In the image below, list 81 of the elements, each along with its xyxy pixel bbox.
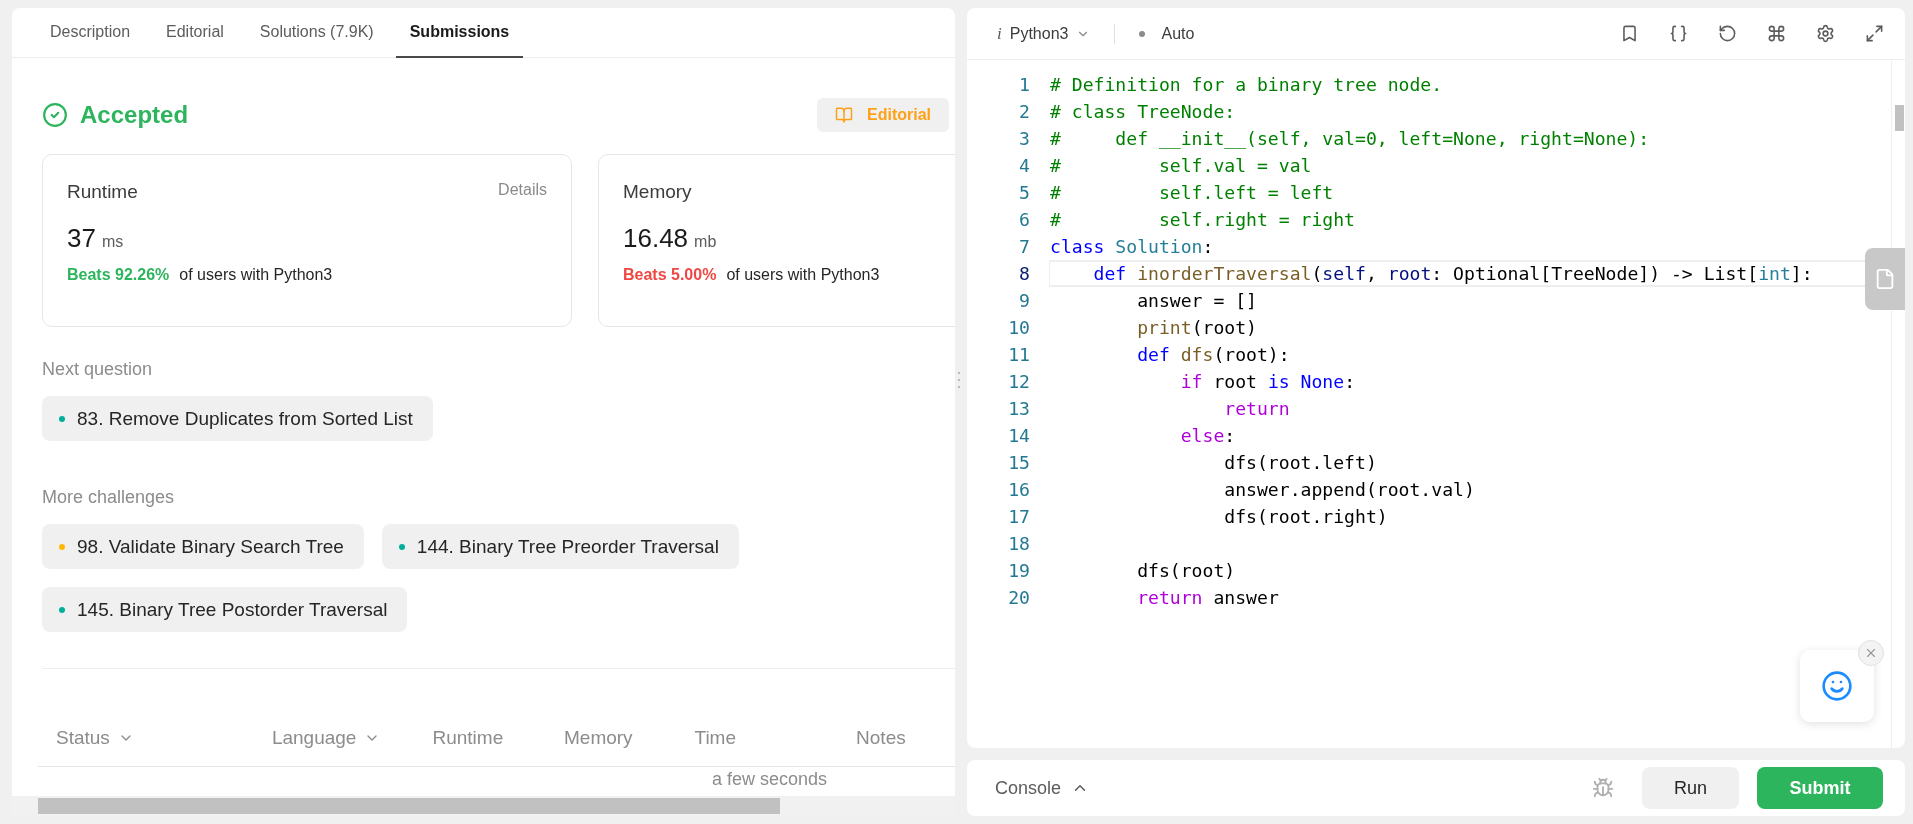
code-line: dfs(root) [1136, 560, 1236, 581]
question-title: 145. Binary Tree Postorder Traversal [77, 598, 388, 621]
status-text: Accepted [80, 101, 189, 129]
column-header: Memory [564, 726, 633, 749]
stat-title: Memory [623, 181, 692, 203]
question-title: 98. Validate Binary Search Tree [77, 535, 344, 558]
line-number: 6 [1018, 209, 1031, 230]
line-number: 10 [1007, 317, 1031, 338]
column-header: Notes [856, 726, 906, 749]
stat-value: 16.48 [623, 223, 689, 254]
code-line: dfs(root.left) [1223, 452, 1377, 473]
check-circle-icon [42, 102, 68, 128]
dot-icon [1139, 30, 1146, 37]
question-chip[interactable]: 83. Remove Duplicates from Sorted List [42, 396, 433, 441]
details-link[interactable]: Details [498, 181, 547, 203]
bug-icon[interactable] [1592, 777, 1614, 799]
line-number: 11 [1007, 344, 1031, 365]
code-line: # def __init__(self, val=0, left=None, right=None): [1050, 128, 1650, 149]
table-cell: a few seconds [712, 769, 828, 790]
stat-value: 37 [67, 223, 96, 254]
question-title: 83. Remove Duplicates from Sorted List [77, 407, 413, 430]
code-line: return [1223, 398, 1290, 419]
column-header: Time [694, 726, 737, 749]
line-number: 14 [1007, 425, 1031, 446]
panel-tab[interactable]: Editorial [152, 8, 238, 58]
question-title: 144. Binary Tree Preorder Traversal [416, 535, 719, 558]
mode-selector[interactable]: Auto [1139, 24, 1195, 43]
smile-icon [1821, 670, 1853, 702]
section-heading: More challenges [42, 487, 176, 508]
line-number: 12 [1007, 371, 1031, 392]
code-line: if root is None: [1179, 371, 1356, 392]
code-line: print(root) [1136, 317, 1257, 338]
splitter-handle[interactable] [958, 370, 960, 390]
code-line: else: [1179, 425, 1236, 446]
line-number: 1 [1018, 74, 1031, 95]
line-number: 16 [1007, 479, 1031, 500]
question-chip[interactable]: 98. Validate Binary Search Tree [42, 524, 364, 569]
panel-tab[interactable]: Description [36, 8, 145, 58]
line-number: 8 [1018, 263, 1031, 284]
code-line: def dfs(root): [1136, 344, 1290, 365]
code-line: def inorderTraversal(self, root: Optional[TreeNode]) -> List[int]: [1092, 263, 1813, 284]
question-chip[interactable]: 145. Binary Tree Postorder Traversal [42, 587, 408, 632]
line-number: 15 [1007, 452, 1031, 473]
code-line: class Solution: [1050, 236, 1214, 257]
panel-tab[interactable]: Solutions (7.9K) [245, 8, 388, 58]
language-selector[interactable]: i Python3 [997, 23, 1091, 44]
run-button[interactable]: Run [1642, 767, 1739, 809]
beats-percent: Beats 5.00% [623, 266, 717, 284]
section-heading: Next question [42, 359, 154, 380]
code-line: # self.right = right [1050, 209, 1355, 230]
question-chip[interactable]: 144. Binary Tree Preorder Traversal [381, 524, 739, 569]
panel-tab[interactable]: Submissions [395, 8, 524, 58]
line-number: 2 [1018, 101, 1031, 122]
line-number: 3 [1018, 128, 1031, 149]
line-number: 7 [1018, 236, 1031, 257]
line-number: 4 [1018, 155, 1031, 176]
line-number: 9 [1018, 290, 1031, 311]
code-line: # class TreeNode: [1050, 101, 1236, 122]
code-line: answer = [] [1136, 290, 1257, 311]
line-number: 13 [1007, 398, 1031, 419]
code-line: # Definition for a binary tree node. [1050, 74, 1443, 95]
line-number: 20 [1007, 587, 1031, 608]
code-line: answer.append(root.val) [1223, 479, 1475, 500]
beats-caption: of users with Python3 [179, 266, 333, 284]
code-line: # self.val = val [1050, 155, 1312, 176]
line-number: 18 [1007, 533, 1031, 554]
stat-title: Runtime [67, 181, 138, 203]
book-icon [835, 106, 853, 124]
code-line: # self.left = left [1050, 182, 1334, 203]
code-line: return answer [1136, 587, 1279, 608]
console-toggle[interactable]: Console [995, 777, 1090, 799]
beats-caption: of users with Python3 [726, 266, 880, 284]
column-header: Runtime [432, 726, 504, 749]
line-number: 19 [1007, 560, 1031, 581]
feedback-button[interactable] [1800, 650, 1874, 722]
beats-percent: Beats 92.26% [67, 266, 170, 284]
stat-unit: mb [694, 233, 717, 251]
stat-unit: ms [101, 233, 124, 251]
code-line: dfs(root.right) [1223, 506, 1388, 527]
line-number: 17 [1007, 506, 1031, 527]
line-number: 5 [1018, 182, 1031, 203]
